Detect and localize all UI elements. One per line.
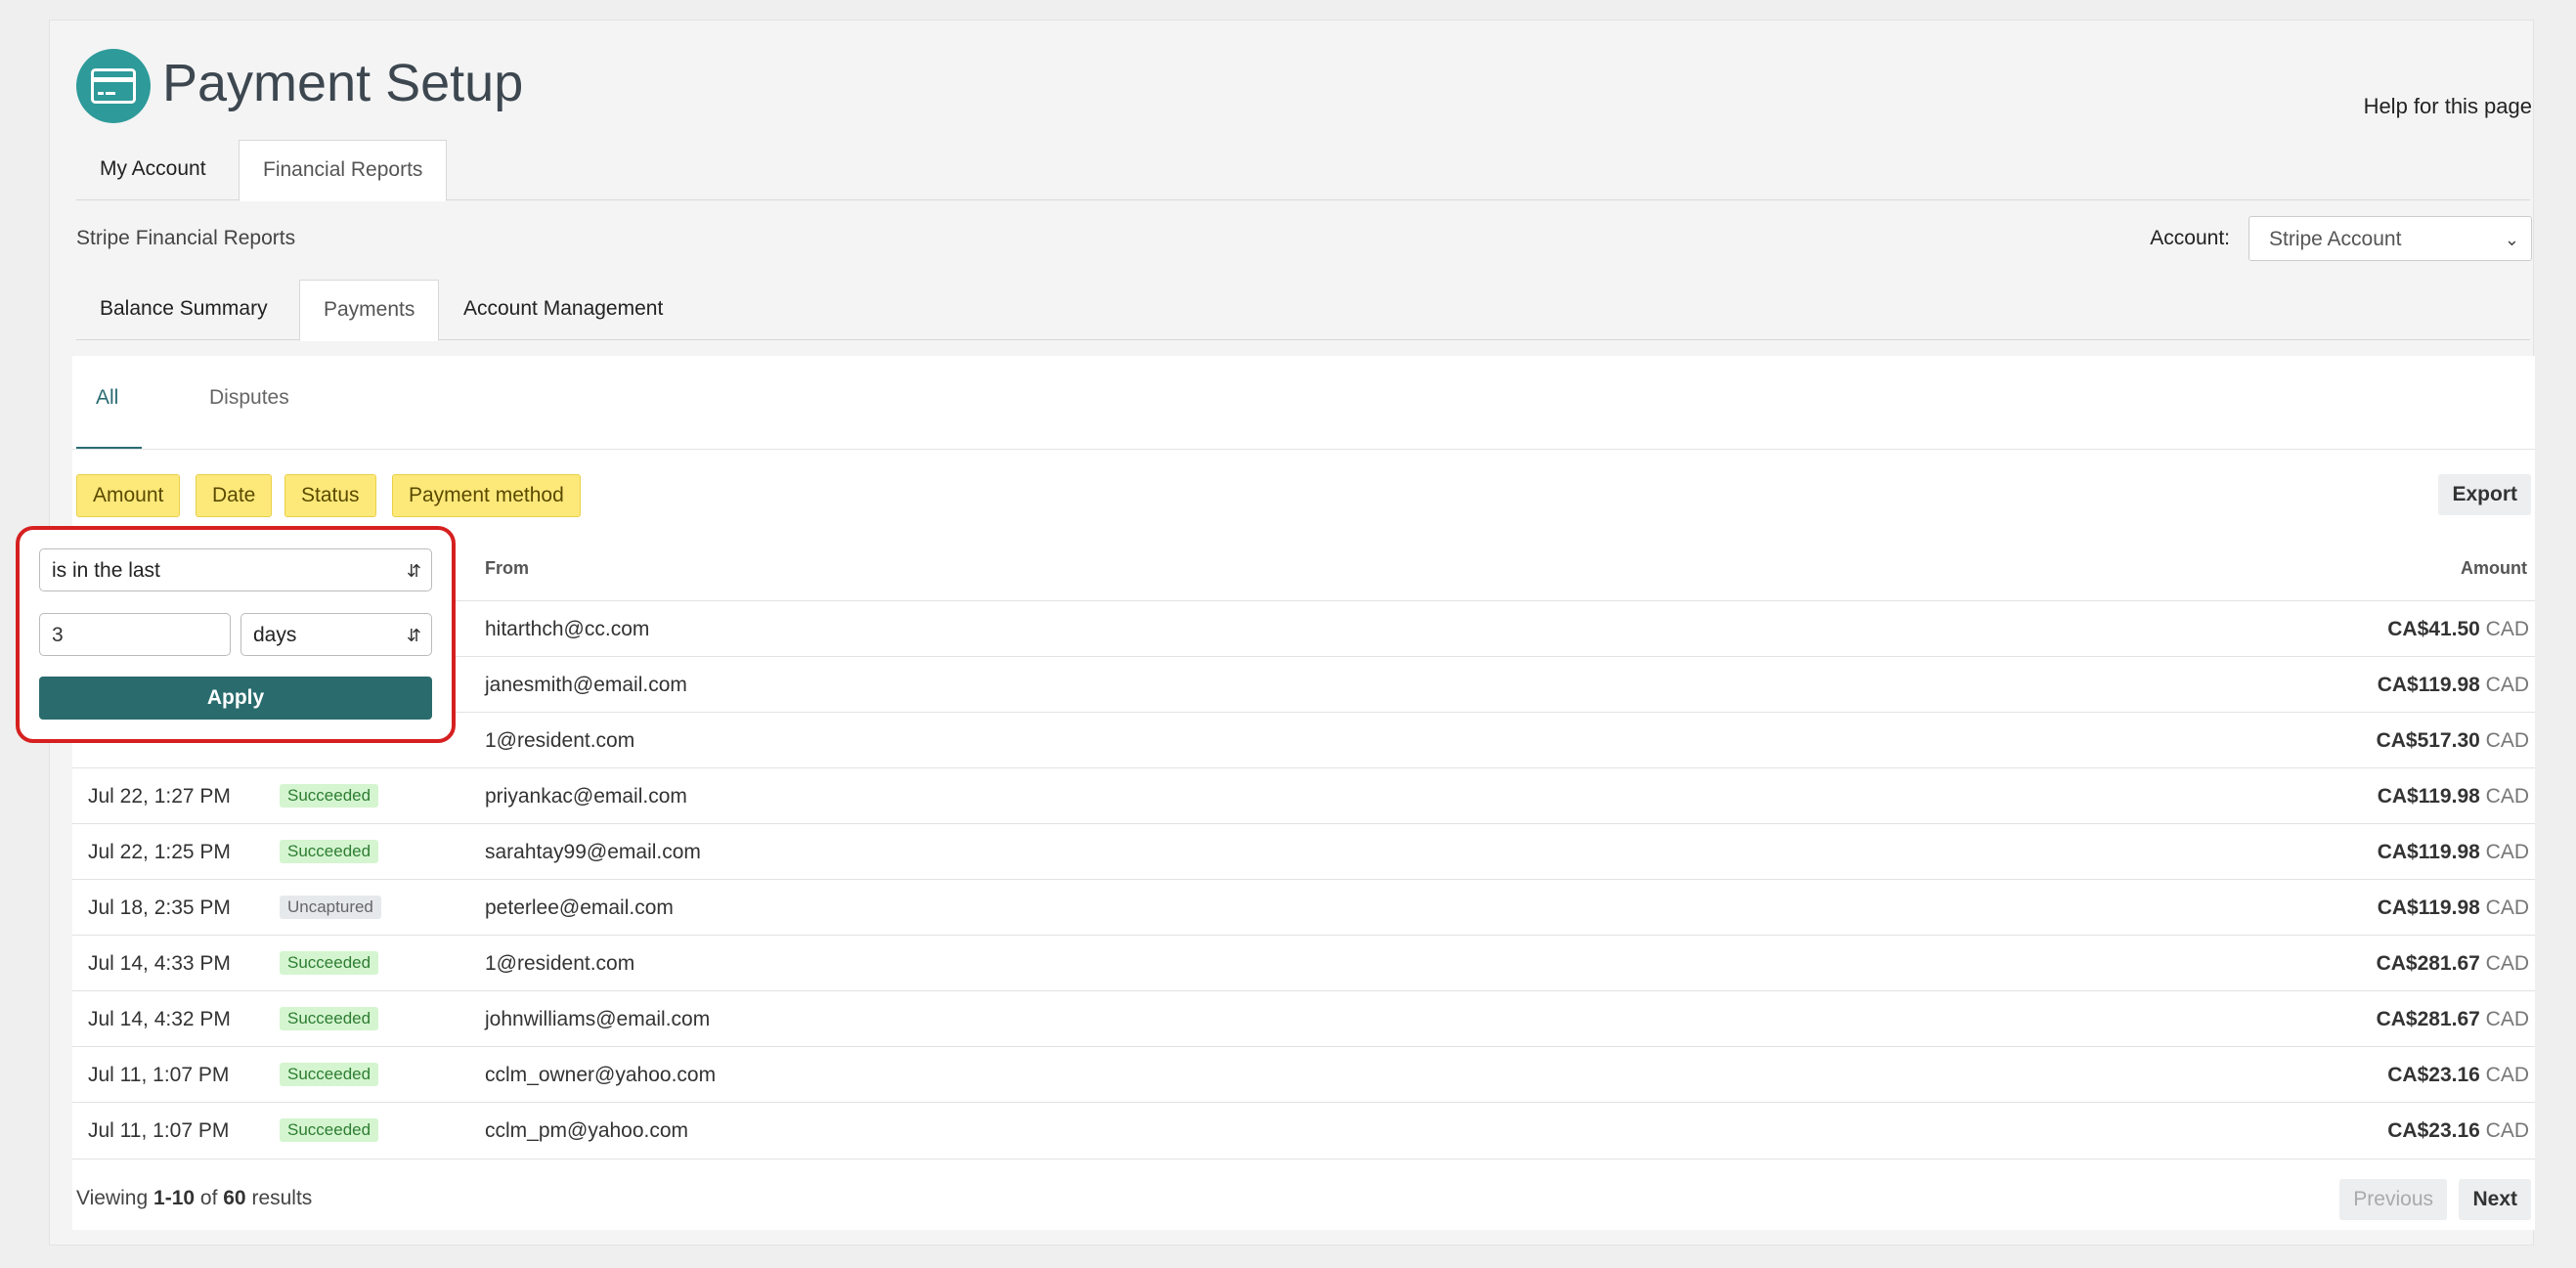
tab-account-management[interactable]: Account Management (440, 280, 686, 338)
pagination-summary: Viewing 1-10 of 60 results (76, 1187, 313, 1209)
row-from: johnwilliams@email.com (485, 1008, 711, 1030)
row-amount: CA$119.98 CAD (2377, 674, 2529, 696)
row-amount: CA$119.98 CAD (2377, 785, 2529, 808)
column-header-amount: Amount (2461, 558, 2527, 578)
unit-select[interactable]: days ⇵ (240, 613, 432, 656)
status-badge: Succeeded (280, 1063, 379, 1086)
row-from: 1@resident.com (485, 952, 635, 975)
next-button[interactable]: Next (2459, 1179, 2531, 1220)
row-date: Jul 11, 1:07 PM (88, 1064, 230, 1086)
status-badge: Succeeded (280, 840, 379, 863)
status-badge: Uncaptured (280, 896, 381, 919)
row-amount: CA$119.98 CAD (2377, 841, 2529, 863)
row-amount: CA$281.67 CAD (2376, 952, 2529, 975)
tab-all[interactable]: All (76, 356, 143, 450)
credit-card-icon (76, 49, 151, 123)
page-title: Payment Setup (162, 54, 524, 112)
row-from: 1@resident.com (485, 729, 635, 752)
row-date: Jul 14, 4:33 PM (88, 952, 231, 975)
row-date: Jul 11, 1:07 PM (88, 1119, 230, 1142)
table-row[interactable]: Jul 11, 1:07 PM Succeeded cclm_pm@yahoo.… (72, 1102, 2535, 1159)
row-from: hitarthch@cc.com (485, 618, 650, 640)
column-header-from: From (485, 558, 529, 578)
tab-balance-summary[interactable]: Balance Summary (76, 280, 291, 338)
help-link[interactable]: Help for this page (2364, 94, 2532, 119)
export-button[interactable]: Export (2438, 474, 2531, 515)
status-badge: Succeeded (280, 784, 379, 808)
table-row[interactable]: Jul 22, 1:27 PM Succeeded priyankac@emai… (72, 767, 2535, 824)
status-badge: Succeeded (280, 1118, 379, 1142)
row-amount: CA$281.67 CAD (2376, 1008, 2529, 1030)
tab-my-account[interactable]: My Account (76, 140, 230, 198)
row-from: cclm_pm@yahoo.com (485, 1119, 689, 1142)
table-row[interactable]: Jul 11, 1:07 PM Succeeded cclm_owner@yah… (72, 1046, 2535, 1103)
table-row[interactable]: Jul 18, 2:35 PM Uncaptured peterlee@emai… (72, 879, 2535, 936)
table-row[interactable]: Jul 14, 4:32 PM Succeeded johnwilliams@e… (72, 990, 2535, 1047)
up-down-chevron-icon: ⇵ (406, 626, 421, 645)
top-tabs: My Account Financial Reports (76, 140, 2530, 201)
status-badge: Succeeded (280, 951, 379, 975)
row-from: cclm_owner@yahoo.com (485, 1064, 717, 1086)
tab-disputes[interactable]: Disputes (209, 356, 289, 450)
condition-select-value: is in the last (52, 559, 160, 582)
quantity-input[interactable]: 3 (39, 613, 231, 656)
up-down-chevron-icon: ⇵ (406, 561, 421, 581)
payments-card: All Disputes Amount Date Status Payment … (72, 356, 2535, 1230)
section-subtitle: Stripe Financial Reports (76, 227, 296, 249)
row-date: Jul 14, 4:32 PM (88, 1008, 231, 1030)
row-date: Jul 18, 2:35 PM (88, 896, 231, 919)
row-amount: CA$119.98 CAD (2377, 896, 2529, 919)
apply-button[interactable]: Apply (39, 677, 432, 720)
tab-financial-reports[interactable]: Financial Reports (239, 140, 448, 201)
filter-amount[interactable]: Amount (76, 474, 181, 517)
unit-select-value: days (253, 624, 297, 646)
account-select[interactable]: Stripe Account ⌄ (2249, 216, 2532, 261)
row-amount: CA$23.16 CAD (2387, 1064, 2529, 1086)
account-select-value: Stripe Account (2269, 228, 2402, 250)
filter-status[interactable]: Status (284, 474, 376, 517)
report-tabs: Balance Summary Payments Account Managem… (76, 280, 2530, 341)
row-from: peterlee@email.com (485, 896, 674, 919)
subtab-divider (72, 449, 2535, 450)
status-badge: Succeeded (280, 1007, 379, 1030)
previous-button[interactable]: Previous (2339, 1179, 2447, 1220)
filter-payment-method[interactable]: Payment method (392, 474, 581, 517)
condition-select[interactable]: is in the last ⇵ (39, 548, 432, 591)
filter-date[interactable]: Date (196, 474, 273, 517)
row-from: priyankac@email.com (485, 785, 687, 808)
table-row[interactable]: Jul 14, 4:33 PM Succeeded 1@resident.com… (72, 935, 2535, 991)
row-amount: CA$41.50 CAD (2387, 618, 2529, 640)
row-date: Jul 22, 1:25 PM (88, 841, 231, 863)
table-row[interactable]: Jul 22, 1:25 PM Succeeded sarahtay99@ema… (72, 823, 2535, 880)
account-label: Account: (2150, 227, 2230, 249)
date-filter-popover: is in the last ⇵ 3 days ⇵ Apply (16, 526, 456, 743)
row-from: sarahtay99@email.com (485, 841, 701, 863)
chevron-down-icon: ⌄ (2504, 230, 2519, 249)
row-amount: CA$517.30 CAD (2376, 729, 2529, 752)
row-date: Jul 22, 1:27 PM (88, 785, 231, 808)
row-from: janesmith@email.com (485, 674, 687, 696)
row-amount: CA$23.16 CAD (2387, 1119, 2529, 1142)
tab-payments[interactable]: Payments (299, 280, 440, 341)
